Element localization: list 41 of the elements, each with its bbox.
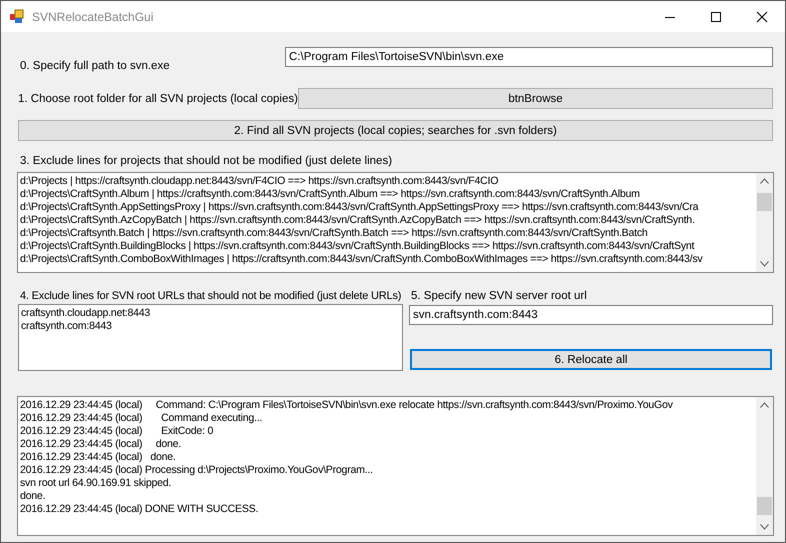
log-line: 2016.12.29 23:44:45 (local) Command: C:\Program Files\TortoiseSVN\bin\svn.exe relocate https://svn.craftsynth.com:8443/svn/Proximo.YouGov — [20, 399, 674, 412]
log-line: done. — [20, 490, 46, 503]
svn-path-field[interactable]: C:\Program Files\TortoiseSVN\bin\svn.exe — [285, 47, 773, 67]
svn-path-label: 0. Specify full path to svn.exe — [20, 60, 170, 72]
project-line: d:\Projects | https://craftsynth.cloudapp.net:8443/svn/F4CIO ==> https://svn.craftsynth.com:8443/svn/F4CIO — [20, 175, 500, 188]
scrollbar-thumb[interactable] — [757, 193, 772, 211]
scroll-down-icon[interactable] — [760, 261, 769, 267]
log-line: 2016.12.29 23:44:45 (local) done. — [20, 451, 177, 464]
project-line: d:\Projects\CraftSynth.AppSettingsProxy | https://svn.craftsynth.com:8443/svn/CraftSynth.AppSettingsProxy ==> https://svn.craftsynth.com:8443/svn/Cra — [20, 201, 700, 214]
scrollbar-thumb[interactable] — [757, 497, 772, 515]
projects-label: 3. Exclude lines for projects that should not be modified (just delete lines) — [20, 155, 394, 167]
project-line: d:\Projects\Craftsynth.Batch | https://svn.craftsynth.com:8443/svn/CraftSynth.Batch ==> https://svn.craftsynth.com:8443/svn/CraftSynth.Batch — [20, 227, 649, 240]
app-icon — [9, 8, 25, 24]
log-line: 2016.12.29 23:44:45 (local) Processing d:\Projects\Proximo.YouGov\Program... — [20, 464, 374, 477]
browse-button[interactable]: btnBrowse — [298, 88, 773, 109]
scroll-down-icon[interactable] — [760, 524, 769, 530]
project-line: d:\Projects\CraftSynth.AzCopyBatch | https://svn.craftsynth.com:8443/svn/CraftSynth.AzCopyBatch ==> https://svn.craftsynth.com:8443/svn/CraftSynth. — [20, 214, 696, 227]
window-title: SVNRelocateBatchGui — [32, 10, 154, 24]
new-url-field[interactable]: svn.craftsynth.com:8443 — [409, 305, 773, 325]
scroll-up-icon[interactable] — [760, 178, 769, 184]
log-line: svn root url 64.90.169.91 skipped. — [20, 477, 172, 490]
project-line: d:\Projects\CraftSynth.BuildingBlocks | https://svn.craftsynth.com:8443/svn/CraftSynth.BuildingBlocks ==> https://svn.craftsynth.com:8443/svn/CraftSynt — [20, 240, 696, 253]
vertical-scrollbar[interactable] — [756, 397, 773, 535]
log-text-area[interactable] — [17, 396, 774, 536]
project-line: d:\Projects\CraftSynth.Album | https://craftsynth.com:8443/svn/CraftSynth.Album ==> https://svn.craftsynth.com:8443/svn/CraftSynth.Album — [20, 188, 641, 201]
project-line: d:\Projects\CraftSynth.ComboBoxWithImages | https://craftsynth.com:8443/svn/CraftSynth.ComboBoxWithImages ==> https://svn.craftsynth.com:8443/sv — [20, 253, 704, 266]
root-url-line: craftsynth.cloudapp.net:8443 — [21, 307, 152, 320]
scroll-up-icon[interactable] — [760, 402, 769, 408]
log-line: 2016.12.29 23:44:45 (local) Command executing... — [20, 412, 264, 425]
root-urls-text-area[interactable]: craftsynth.cloudapp.net:8443 craftsynth.com:8443 — [18, 304, 403, 371]
new-url-label: 5. Specify new SVN server root url — [411, 290, 588, 302]
relocate-button[interactable]: 6. Relocate all — [410, 349, 772, 370]
root-urls-label: 4. Exclude lines for SVN root URLs that should not be modified (just delete URLs) — [20, 290, 402, 302]
vertical-scrollbar[interactable] — [756, 173, 773, 272]
log-line: 2016.12.29 23:44:45 (local) DONE WITH SUCCESS. — [20, 503, 260, 516]
root-folder-label: 1. Choose root folder for all SVN projects (local copies) — [18, 92, 298, 104]
log-line: 2016.12.29 23:44:45 (local) ExitCode: 0 — [20, 425, 214, 438]
find-projects-button[interactable]: 2. Find all SVN projects (local copies; searches for .svn folders) — [18, 120, 773, 141]
log-line: 2016.12.29 23:44:45 (local) done. — [20, 438, 182, 451]
projects-text-area[interactable] — [17, 172, 774, 273]
root-url-line: craftsynth.com:8443 — [21, 320, 113, 333]
